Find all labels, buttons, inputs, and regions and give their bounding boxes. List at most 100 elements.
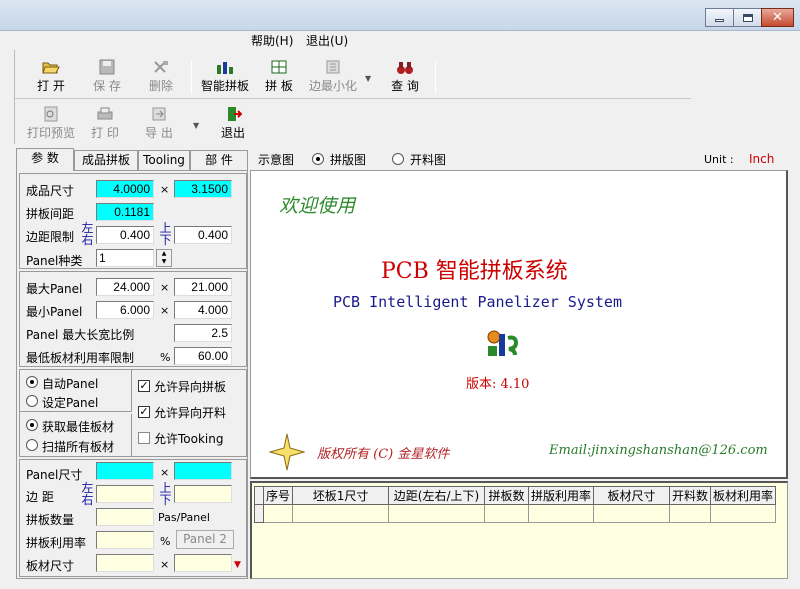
folder-open-icon [42, 62, 60, 74]
panel-types-spinner[interactable]: ▲ ▼ [156, 249, 172, 267]
open-button[interactable]: 打 开 [29, 59, 73, 99]
panel-util-label: 拼板利用率 [26, 536, 87, 550]
edge-minimize-dropdown-icon[interactable]: ▼ [365, 74, 371, 83]
query-button[interactable]: 查 询 [385, 59, 425, 99]
table-cell[interactable] [388, 504, 486, 523]
print-preview-button[interactable]: 打印预览 [25, 106, 77, 146]
printer-icon [97, 107, 113, 120]
print-label: 打 印 [91, 126, 119, 140]
exit-button[interactable]: 退出 [215, 106, 251, 146]
table-cell[interactable] [262, 504, 294, 523]
toolbar: 打 开 保 存 删除 智能拼板 拼 板 边最小化 ▼ 查 询 打印预览 打 印 … [14, 50, 704, 144]
max-panel-label: 最大Panel [26, 282, 83, 296]
scroll-down-icon[interactable]: ▼ [234, 560, 241, 570]
times-sign: × [160, 558, 170, 571]
view-selector: 示意图 拼版图 开料图 Unit : Inch [250, 148, 786, 170]
edge-result-label: 边 距 [26, 490, 54, 504]
save-button[interactable]: 保 存 [85, 59, 129, 99]
max-width-input[interactable]: 24.000 [96, 278, 154, 296]
column-header[interactable]: 板材尺寸 [593, 486, 671, 505]
scan-all-sheets-radio[interactable] [26, 439, 38, 451]
preview-canvas: 欢迎使用 PCB 智能拼板系统 PCB Intelligent Panelize… [250, 170, 788, 479]
panel-height-output [174, 462, 232, 480]
unit-label: Unit : [704, 153, 734, 166]
times-sign: × [160, 466, 170, 479]
maximize-button[interactable] [733, 8, 762, 27]
column-header[interactable]: 拼版利用率 [528, 486, 595, 505]
edge-minimize-button[interactable]: 边最小化 [305, 59, 361, 99]
menu-exit[interactable]: 退出(U) [306, 32, 348, 49]
welcome-text: 欢迎使用 [279, 195, 356, 217]
row-selector[interactable] [254, 504, 264, 523]
edge-tb-input[interactable]: 0.400 [174, 226, 232, 244]
times-sign: × [160, 304, 170, 317]
smart-panel-button[interactable]: 智能拼板 [197, 59, 253, 99]
product-width-input[interactable]: 4.0000 [96, 180, 154, 198]
table-cell[interactable] [484, 504, 530, 523]
panel-grid-icon [271, 60, 287, 74]
spacing-input[interactable]: 0.1181 [96, 203, 154, 221]
delete-button[interactable]: 删除 [139, 59, 183, 99]
panel-button[interactable]: 拼 板 [259, 59, 299, 99]
column-header[interactable]: 边距(左右/上下) [388, 486, 486, 505]
tab-product-panel[interactable]: 成品拼板 [74, 150, 138, 170]
delete-icon [154, 61, 168, 73]
table-cell[interactable] [669, 504, 712, 523]
allow-diff-panel-checkbox[interactable]: ✓ [138, 380, 150, 392]
column-header[interactable]: 拼板数 [484, 486, 530, 505]
cutting-view-radio[interactable] [392, 153, 404, 165]
panel-size-label: Panel尺寸 [26, 468, 83, 482]
table-cell[interactable] [292, 504, 390, 523]
table-cell[interactable] [593, 504, 671, 523]
spin-down-icon[interactable]: ▼ [157, 258, 171, 266]
edge-lr-input[interactable]: 0.400 [96, 226, 154, 244]
tab-parts[interactable]: 部 件 [190, 150, 248, 170]
ratio-input[interactable]: 2.5 [174, 324, 232, 342]
set-panel-radio[interactable] [26, 395, 38, 407]
minimize-button[interactable] [705, 8, 734, 27]
allow-diff-cut-label: 允许异向开料 [154, 406, 227, 420]
menu-help[interactable]: 帮助(H) [251, 32, 293, 49]
panel2-button[interactable]: Panel 2 [176, 530, 234, 549]
spin-up-icon[interactable]: ▲ [157, 250, 171, 258]
tab-tooling[interactable]: Tooling [138, 150, 190, 170]
tab-params[interactable]: 参 数 [16, 148, 74, 171]
panel-types-input[interactable]: 1 [96, 249, 154, 267]
panel-util-output [96, 531, 154, 549]
max-height-input[interactable]: 21.000 [174, 278, 232, 296]
column-header[interactable]: 序号 [262, 486, 294, 505]
title-bar: ✕ [0, 0, 800, 31]
panel-count-output [96, 508, 154, 526]
close-button[interactable]: ✕ [761, 8, 794, 27]
params-panel: 成品尺寸 4.0000 × 3.1500 拼板间距 0.1181 边距限制 左右… [16, 170, 248, 579]
min-width-input[interactable]: 6.000 [96, 301, 154, 319]
allow-tooling-checkbox[interactable] [138, 432, 150, 444]
print-button[interactable]: 打 印 [85, 106, 125, 146]
allow-diff-cut-checkbox[interactable]: ✓ [138, 406, 150, 418]
star-logo-icon [269, 433, 305, 471]
toolbar-separator [435, 60, 436, 94]
panel-view-label: 拼版图 [330, 153, 367, 167]
table-cell[interactable] [710, 504, 777, 523]
product-height-input[interactable]: 3.1500 [174, 180, 232, 198]
schematic-label[interactable]: 示意图 [258, 151, 294, 168]
ratio-label: Panel 最大长宽比例 [26, 328, 135, 342]
auto-panel-radio[interactable] [26, 376, 38, 388]
panel-view-radio[interactable] [312, 153, 324, 165]
get-best-sheet-radio[interactable] [26, 419, 38, 431]
panel-label: 拼 板 [265, 79, 293, 93]
util-limit-input[interactable]: 60.00 [174, 347, 232, 365]
column-header[interactable]: 开料数 [669, 486, 712, 505]
table-row[interactable] [254, 504, 777, 523]
smart-panel-label: 智能拼板 [200, 79, 249, 93]
table-cell[interactable] [528, 504, 595, 523]
export-icon [152, 107, 166, 121]
export-button[interactable]: 导 出 [139, 106, 179, 146]
times-sign: × [160, 281, 170, 294]
min-height-input[interactable]: 4.000 [174, 301, 232, 319]
column-header[interactable]: 坯板1尺寸 [292, 486, 390, 505]
column-header[interactable]: 板材利用率 [710, 486, 777, 505]
exit-label: 退出 [220, 126, 245, 140]
export-dropdown-icon[interactable]: ▼ [193, 121, 199, 130]
percent-sign: % [160, 535, 171, 548]
